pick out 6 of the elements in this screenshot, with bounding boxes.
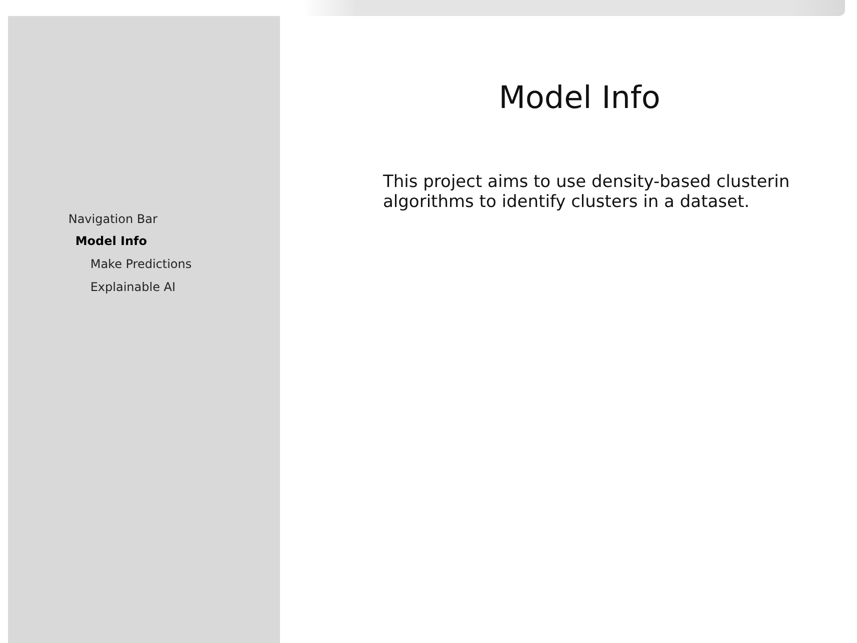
page-title: Model Info xyxy=(498,80,662,116)
nav-link[interactable]: Make Predictions xyxy=(68,257,192,271)
nav-heading: Navigation Bar xyxy=(68,212,158,226)
description-text: This project aims to use density-based clusterin algorithms to identify clusters in a dataset. xyxy=(383,172,791,213)
nav-link[interactable]: Explainable AI xyxy=(68,280,192,294)
nav-link[interactable]: Model Info xyxy=(68,234,192,248)
